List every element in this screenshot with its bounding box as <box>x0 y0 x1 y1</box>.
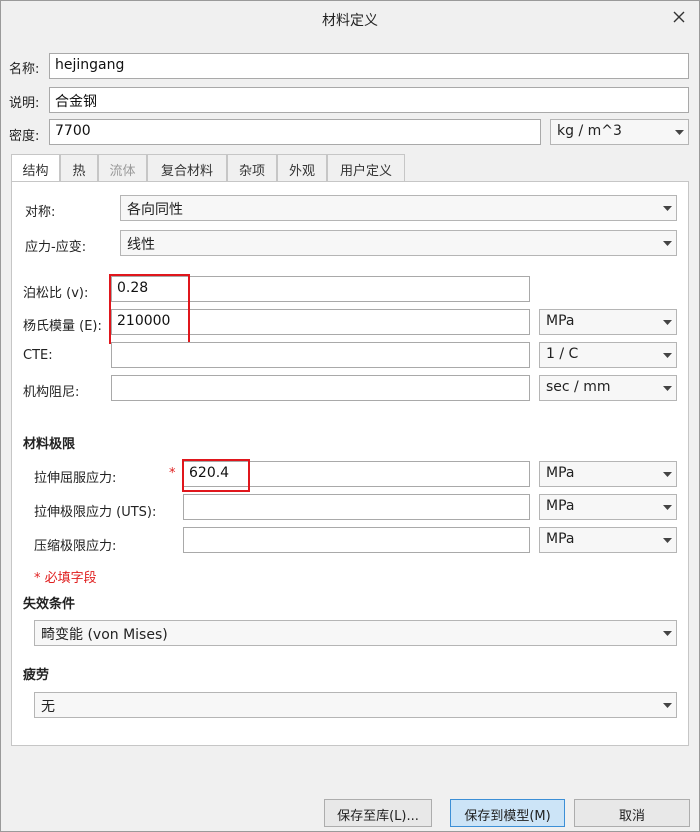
tensile-yield-unit: MPa <box>546 465 575 481</box>
tab-appearance[interactable]: 外观 <box>277 154 327 182</box>
compressive-unit: MPa <box>546 531 575 547</box>
chevron-down-icon <box>658 310 676 334</box>
compressive-input[interactable] <box>183 527 530 553</box>
tensile-yield-unit-select[interactable]: MPa <box>539 461 677 487</box>
damping-unit-select[interactable]: sec / mm <box>539 375 677 401</box>
highlight-box <box>109 274 190 344</box>
chevron-down-icon <box>658 231 676 255</box>
youngs-modulus-label: 杨氏模量 (E): <box>23 319 102 334</box>
chevron-down-icon <box>658 376 676 400</box>
cte-unit-select[interactable]: 1 / C <box>539 342 677 368</box>
fatigue-value: 无 <box>41 699 55 715</box>
chevron-down-icon <box>658 528 676 552</box>
chevron-down-icon <box>658 621 676 645</box>
save-to-library-button[interactable]: 保存至库(L)... <box>324 799 432 827</box>
tab-misc[interactable]: 杂项 <box>227 154 277 182</box>
cte-input[interactable] <box>111 342 530 368</box>
chevron-down-icon <box>658 462 676 486</box>
tensile-uts-unit-select[interactable]: MPa <box>539 494 677 520</box>
save-to-model-button[interactable]: 保存到模型(M) <box>450 799 565 827</box>
compressive-label: 压缩极限应力: <box>34 539 117 554</box>
tensile-yield-label: 拉伸屈服应力: <box>34 471 117 486</box>
tab-thermal[interactable]: 热 <box>60 154 98 182</box>
close-button[interactable] <box>671 9 687 25</box>
required-mark: * <box>169 466 176 481</box>
chevron-down-icon <box>658 693 676 717</box>
cancel-button[interactable]: 取消 <box>574 799 690 827</box>
chevron-down-icon <box>658 343 676 367</box>
tab-user-defined[interactable]: 用户定义 <box>327 154 405 182</box>
description-input[interactable]: 合金钢 <box>49 87 689 113</box>
fatigue-select[interactable]: 无 <box>34 692 677 718</box>
damping-label: 机构阻尼: <box>23 385 80 400</box>
chevron-down-icon <box>670 120 688 144</box>
name-label: 名称: <box>9 62 40 77</box>
density-input[interactable]: 7700 <box>49 119 541 145</box>
fatigue-title: 疲劳 <box>23 668 50 683</box>
damping-unit: sec / mm <box>546 379 611 395</box>
required-note: * 必填字段 <box>34 571 97 586</box>
stress-strain-value: 线性 <box>127 237 155 253</box>
symmetry-value: 各向同性 <box>127 202 183 218</box>
youngs-modulus-unit-select[interactable]: MPa <box>539 309 677 335</box>
failure-criterion-title: 失效条件 <box>23 597 76 612</box>
cte-unit: 1 / C <box>546 346 579 362</box>
close-icon <box>673 11 685 23</box>
window-title: 材料定义 <box>322 13 378 29</box>
youngs-modulus-unit: MPa <box>546 313 575 329</box>
material-definition-dialog: 材料定义 名称: hejingang 说明: 合金钢 密度: 7700 kg /… <box>0 0 700 832</box>
name-input[interactable]: hejingang <box>49 53 689 79</box>
stress-strain-select[interactable]: 线性 <box>120 230 677 256</box>
compressive-unit-select[interactable]: MPa <box>539 527 677 553</box>
symmetry-select[interactable]: 各向同性 <box>120 195 677 221</box>
tab-structure[interactable]: 结构 <box>11 154 60 183</box>
tab-fluid: 流体 <box>98 154 147 182</box>
description-label: 说明: <box>9 96 40 111</box>
symmetry-label: 对称: <box>25 205 56 220</box>
chevron-down-icon <box>658 196 676 220</box>
highlight-box <box>182 459 250 492</box>
density-unit-select[interactable]: kg / m^3 <box>550 119 689 145</box>
tensile-uts-label: 拉伸极限应力 (UTS): <box>34 505 157 520</box>
failure-criterion-value: 畸变能 (von Mises) <box>41 627 168 643</box>
damping-input[interactable] <box>111 375 530 401</box>
density-unit-value: kg / m^3 <box>557 123 622 139</box>
tensile-uts-input[interactable] <box>183 494 530 520</box>
failure-criterion-select[interactable]: 畸变能 (von Mises) <box>34 620 677 646</box>
material-limits-title: 材料极限 <box>23 437 76 452</box>
density-label: 密度: <box>9 129 40 144</box>
poisson-label: 泊松比 (v): <box>23 286 89 301</box>
title-bar: 材料定义 <box>1 1 699 37</box>
tensile-uts-unit: MPa <box>546 498 575 514</box>
cte-label: CTE: <box>23 348 53 363</box>
tab-composite[interactable]: 复合材料 <box>147 154 227 182</box>
stress-strain-label: 应力-应变: <box>25 240 87 255</box>
chevron-down-icon <box>658 495 676 519</box>
